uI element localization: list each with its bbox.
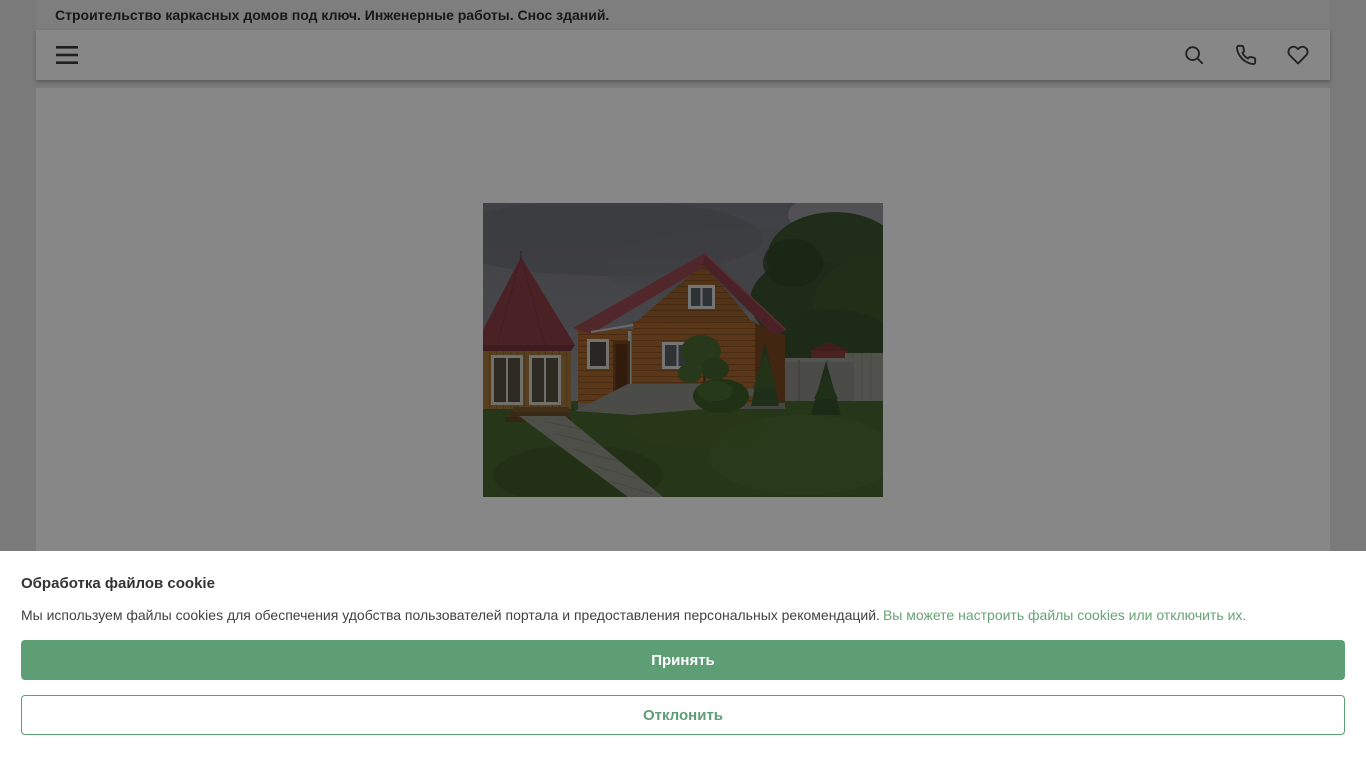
accept-cookies-button[interactable]: Принять [21, 640, 1345, 680]
cookie-banner: Обработка файлов cookie Мы используем фа… [0, 551, 1366, 768]
cookie-banner-title: Обработка файлов cookie [21, 575, 215, 592]
cookie-settings-link[interactable]: Вы можете настроить файлы cookies или от… [883, 607, 1246, 623]
cookie-banner-message: Мы используем файлы cookies для обеспече… [21, 607, 1345, 623]
decline-cookies-button[interactable]: Отклонить [21, 695, 1345, 735]
cookie-message-text: Мы используем файлы cookies для обеспече… [21, 607, 880, 623]
